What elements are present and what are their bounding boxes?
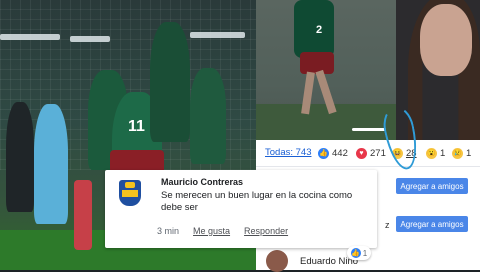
add-friend-button[interactable]: Agregar a amigos [396, 216, 468, 232]
wow-count: 1 [440, 147, 446, 159]
jersey-number: 11 [128, 118, 145, 135]
like-icon: 👍 [318, 147, 329, 159]
player-figure [74, 180, 92, 250]
comment-card: Mauricio Contreras Se merecen un buen lu… [105, 170, 377, 260]
love-icon: ♥ [356, 147, 367, 159]
like-icon: 👍 [350, 248, 361, 258]
player-figure [6, 102, 34, 212]
comment-actions: 3 min Me gusta Responder [157, 226, 288, 236]
tab-wow[interactable]: 😮 1 [426, 146, 445, 160]
player-figure [190, 68, 226, 164]
tab-all-reactions[interactable]: Todas: 743 [265, 147, 311, 158]
tab-sad[interactable]: 😢 1 [452, 146, 471, 160]
jersey-number: 2 [316, 24, 323, 36]
sad-icon: 😢 [452, 147, 463, 159]
add-friend-button[interactable]: Agregar a amigos [396, 178, 468, 194]
sad-count: 1 [466, 147, 472, 159]
like-button[interactable]: Me gusta [193, 226, 230, 236]
reply-button[interactable]: Responder [244, 226, 288, 236]
tab-love[interactable]: ♥ 271 [356, 146, 386, 160]
comment-time[interactable]: 3 min [157, 226, 179, 236]
reaction-tabs: Todas: 743 👍 442 ♥ 271 😆 28 😮 1 😢 1 [256, 103, 480, 173]
like-count: 442 [332, 147, 348, 159]
running-player: 2 [294, 0, 337, 118]
avatar[interactable] [266, 250, 288, 272]
swipe-handle[interactable] [352, 128, 386, 131]
wow-icon: 😮 [426, 147, 437, 159]
player-portrait-photo: 2 [256, 0, 480, 140]
avatar[interactable] [119, 180, 141, 206]
player-figure [150, 22, 190, 142]
love-count: 271 [370, 147, 386, 159]
comment-text: Se merecen un buen lugar en la cocina co… [161, 190, 353, 213]
comment-author[interactable]: Mauricio Contreras [161, 177, 243, 187]
stadium-lights [0, 18, 256, 48]
comment-like-count[interactable]: 👍 1 [347, 246, 371, 260]
player-figure [34, 104, 68, 224]
tab-like[interactable]: 👍 442 [318, 146, 348, 160]
name-fragment: z [385, 220, 390, 230]
comment-like-number: 1 [362, 248, 368, 258]
